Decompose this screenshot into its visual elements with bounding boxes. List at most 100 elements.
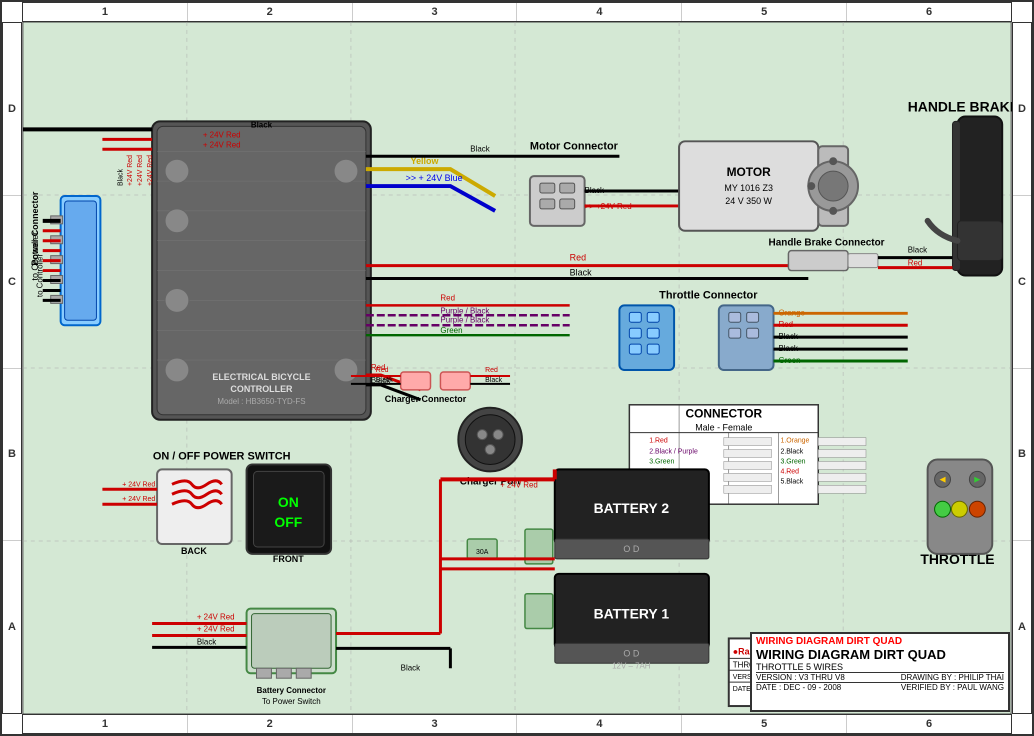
grid-right: D C B A (1012, 22, 1032, 714)
svg-text:To Power Switch: To Power Switch (262, 697, 321, 706)
svg-text:2.Black / Purple: 2.Black / Purple (649, 449, 698, 456)
svg-text:◄: ◄ (938, 474, 948, 485)
svg-text:+24V Red: +24V Red (127, 155, 134, 186)
version-label: VERSION : V3 THRU V8 (756, 673, 845, 682)
svg-text:+ 24V Red: + 24V Red (197, 613, 235, 622)
svg-text:Black: Black (401, 663, 420, 672)
svg-text:Red: Red (485, 367, 498, 374)
svg-text:Handle Brake Connector: Handle Brake Connector (769, 238, 885, 249)
svg-text:Black: Black (570, 268, 592, 278)
diagram-subtitle: THROTTLE 5 WIRES (756, 662, 1004, 672)
grid-right-A: A (1013, 541, 1031, 713)
drawing-by: DRAWING BY : PHILIP THAI (901, 673, 1004, 682)
grid-left-D: D (3, 23, 21, 196)
svg-text:Red: Red (570, 253, 586, 263)
grid-right-C: C (1013, 196, 1031, 369)
svg-text:+ 24V Red: + 24V Red (197, 624, 235, 633)
svg-text:2.Black: 2.Black (780, 449, 803, 456)
grid-top: 1 2 3 4 5 6 (22, 2, 1012, 22)
svg-text:+ 24V Red: + 24V Red (203, 140, 241, 149)
svg-text:Black: Black (470, 144, 489, 153)
verified-by: VERIFIED BY : PAUL WANG (901, 683, 1004, 692)
svg-text:1.Red: 1.Red (649, 438, 668, 445)
svg-text:FRONT: FRONT (273, 554, 304, 564)
svg-text:Green: Green (440, 326, 462, 335)
grid-top-3: 3 (353, 3, 518, 21)
grid-left: D C B A (2, 22, 22, 714)
svg-text:Black: Black (197, 637, 216, 646)
svg-text:Black: Black (908, 246, 927, 255)
grid-bottom-3: 3 (353, 715, 518, 733)
grid-bottom: 1 2 3 4 5 6 (22, 714, 1012, 734)
svg-text:to Controller: to Controller (30, 232, 40, 281)
svg-text:Red: Red (440, 293, 455, 302)
svg-text:MOTOR: MOTOR (727, 165, 772, 179)
svg-text:ELECTRICAL BICYCLE: ELECTRICAL BICYCLE (212, 372, 310, 382)
date-label: DATE : DEC - 09 - 2008 (756, 683, 841, 692)
svg-text:BATTERY 2: BATTERY 2 (594, 500, 670, 516)
grid-left-B: B (3, 369, 21, 542)
svg-text:Battery Connector: Battery Connector (257, 686, 326, 695)
grid-top-5: 5 (682, 3, 847, 21)
diagram-title: WIRING DIAGRAM DIRT QUAD (756, 647, 1004, 662)
svg-text:OFF: OFF (274, 514, 302, 530)
svg-text:Purple / Black: Purple / Black (440, 315, 489, 324)
svg-text:BATTERY 1: BATTERY 1 (594, 606, 670, 622)
svg-text:Red: Red (908, 259, 923, 268)
diagram-container: 1 2 3 4 5 6 1 2 3 4 5 6 D C B A D C B A (0, 0, 1034, 736)
grid-bottom-6: 6 (847, 715, 1011, 733)
svg-text:O D: O D (623, 544, 639, 554)
svg-text:CONNECTOR: CONNECTOR (685, 407, 762, 421)
grid-top-6: 6 (847, 3, 1011, 21)
svg-text:>> + 24V Blue: >> + 24V Blue (406, 173, 463, 183)
svg-text:+ 24V Red: + 24V Red (500, 480, 538, 489)
svg-text:Purple / Black: Purple / Black (440, 306, 489, 315)
grid-bottom-5: 5 (682, 715, 847, 733)
svg-text:Red: Red (376, 367, 389, 374)
svg-text:Black: Black (376, 377, 393, 384)
grid-left-A: A (3, 541, 21, 713)
svg-text:Black: Black (117, 169, 124, 186)
grid-top-2: 2 (188, 3, 353, 21)
svg-text:1.Orange: 1.Orange (780, 438, 809, 445)
grid-bottom-4: 4 (517, 715, 682, 733)
svg-text:+ 24V Red: + 24V Red (203, 130, 241, 139)
razor-logo: WIRING DIAGRAM DIRT QUAD (756, 636, 1004, 647)
svg-text:3.Green: 3.Green (649, 458, 674, 465)
grid-left-C: C (3, 196, 21, 369)
grid-bottom-2: 2 (188, 715, 353, 733)
svg-text:ON / OFF POWER SWITCH: ON / OFF POWER SWITCH (153, 450, 291, 462)
svg-text:+ 24V Red: + 24V Red (122, 481, 155, 488)
grid-right-B: B (1013, 369, 1031, 542)
svg-text:Black: Black (485, 377, 502, 384)
grid-right-D: D (1013, 23, 1031, 196)
svg-text:+24V Red: +24V Red (137, 155, 144, 186)
svg-text:►: ► (972, 474, 982, 485)
svg-text:Throttle Connector: Throttle Connector (659, 289, 758, 301)
grid-top-1: 1 (23, 3, 188, 21)
svg-text:HANDLE BRAKE: HANDLE BRAKE (908, 98, 1012, 114)
svg-text:Male - Female: Male - Female (695, 423, 752, 433)
svg-text:30A: 30A (476, 549, 489, 556)
grid-top-4: 4 (517, 3, 682, 21)
svg-text:O D: O D (623, 648, 639, 658)
wiring-diagram-svg: ELECTRICAL BICYCLE CONTROLLER Model : HB… (22, 22, 1012, 714)
svg-text:ON: ON (278, 494, 299, 510)
svg-text:Motor Connector: Motor Connector (530, 140, 619, 152)
version-row: VERSION : V3 THRU V8 DRAWING BY : PHILIP… (756, 672, 1004, 682)
svg-text:CONTROLLER: CONTROLLER (230, 384, 293, 394)
svg-text:12V – 7AH: 12V – 7AH (612, 661, 651, 670)
grid-bottom-1: 1 (23, 715, 188, 733)
svg-text:+24V Red: +24V Red (147, 155, 154, 186)
svg-text:+ 24V Red: + 24V Red (122, 496, 155, 503)
svg-text:Charger Connector: Charger Connector (385, 394, 467, 404)
svg-text:Black: Black (251, 120, 273, 129)
svg-text:MY 1016 Z3: MY 1016 Z3 (724, 183, 773, 193)
svg-text:3.Green: 3.Green (780, 458, 805, 465)
title-block: WIRING DIAGRAM DIRT QUAD WIRING DIAGRAM … (750, 632, 1010, 712)
svg-text:BACK: BACK (181, 546, 207, 556)
date-row: DATE : DEC - 09 - 2008 VERIFIED BY : PAU… (756, 682, 1004, 692)
svg-text:24 V 350 W: 24 V 350 W (725, 196, 772, 206)
svg-text:4.Red: 4.Red (780, 468, 799, 475)
svg-text:Model : HB3650-TYD-FS: Model : HB3650-TYD-FS (217, 397, 305, 406)
